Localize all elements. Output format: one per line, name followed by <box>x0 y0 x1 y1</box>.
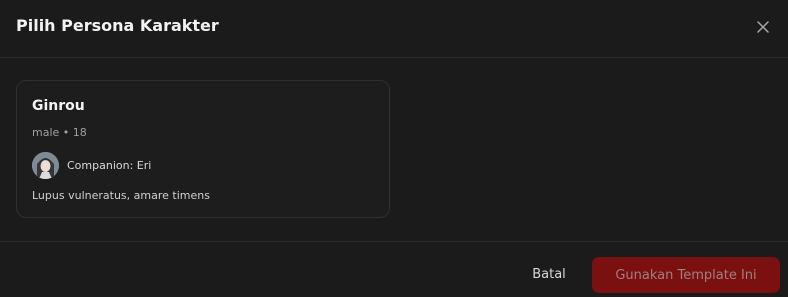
close-button[interactable] <box>752 16 774 38</box>
persona-name: Ginrou <box>32 98 85 114</box>
persona-dialog: Pilih Persona Karakter Ginrou male • 18 <box>0 0 788 297</box>
dialog-header: Pilih Persona Karakter <box>0 0 788 58</box>
dialog-footer: Batal Gunakan Template Ini <box>0 241 788 297</box>
persona-meta: male • 18 <box>32 126 87 139</box>
persona-description: Lupus vulneratus, amare timens <box>32 189 210 202</box>
dialog-title: Pilih Persona Karakter <box>16 16 219 35</box>
companion-avatar <box>32 151 59 179</box>
persona-card[interactable]: Ginrou male • 18 Companion: Eri Lupus vu… <box>16 80 390 218</box>
use-template-button[interactable]: Gunakan Template Ini <box>592 257 780 293</box>
close-icon <box>757 21 769 33</box>
companion-row: Companion: Eri <box>32 151 151 179</box>
cancel-button[interactable]: Batal <box>518 257 580 291</box>
dialog-body: Ginrou male • 18 Companion: Eri Lupus vu… <box>0 58 788 242</box>
companion-label: Companion: Eri <box>67 158 152 172</box>
